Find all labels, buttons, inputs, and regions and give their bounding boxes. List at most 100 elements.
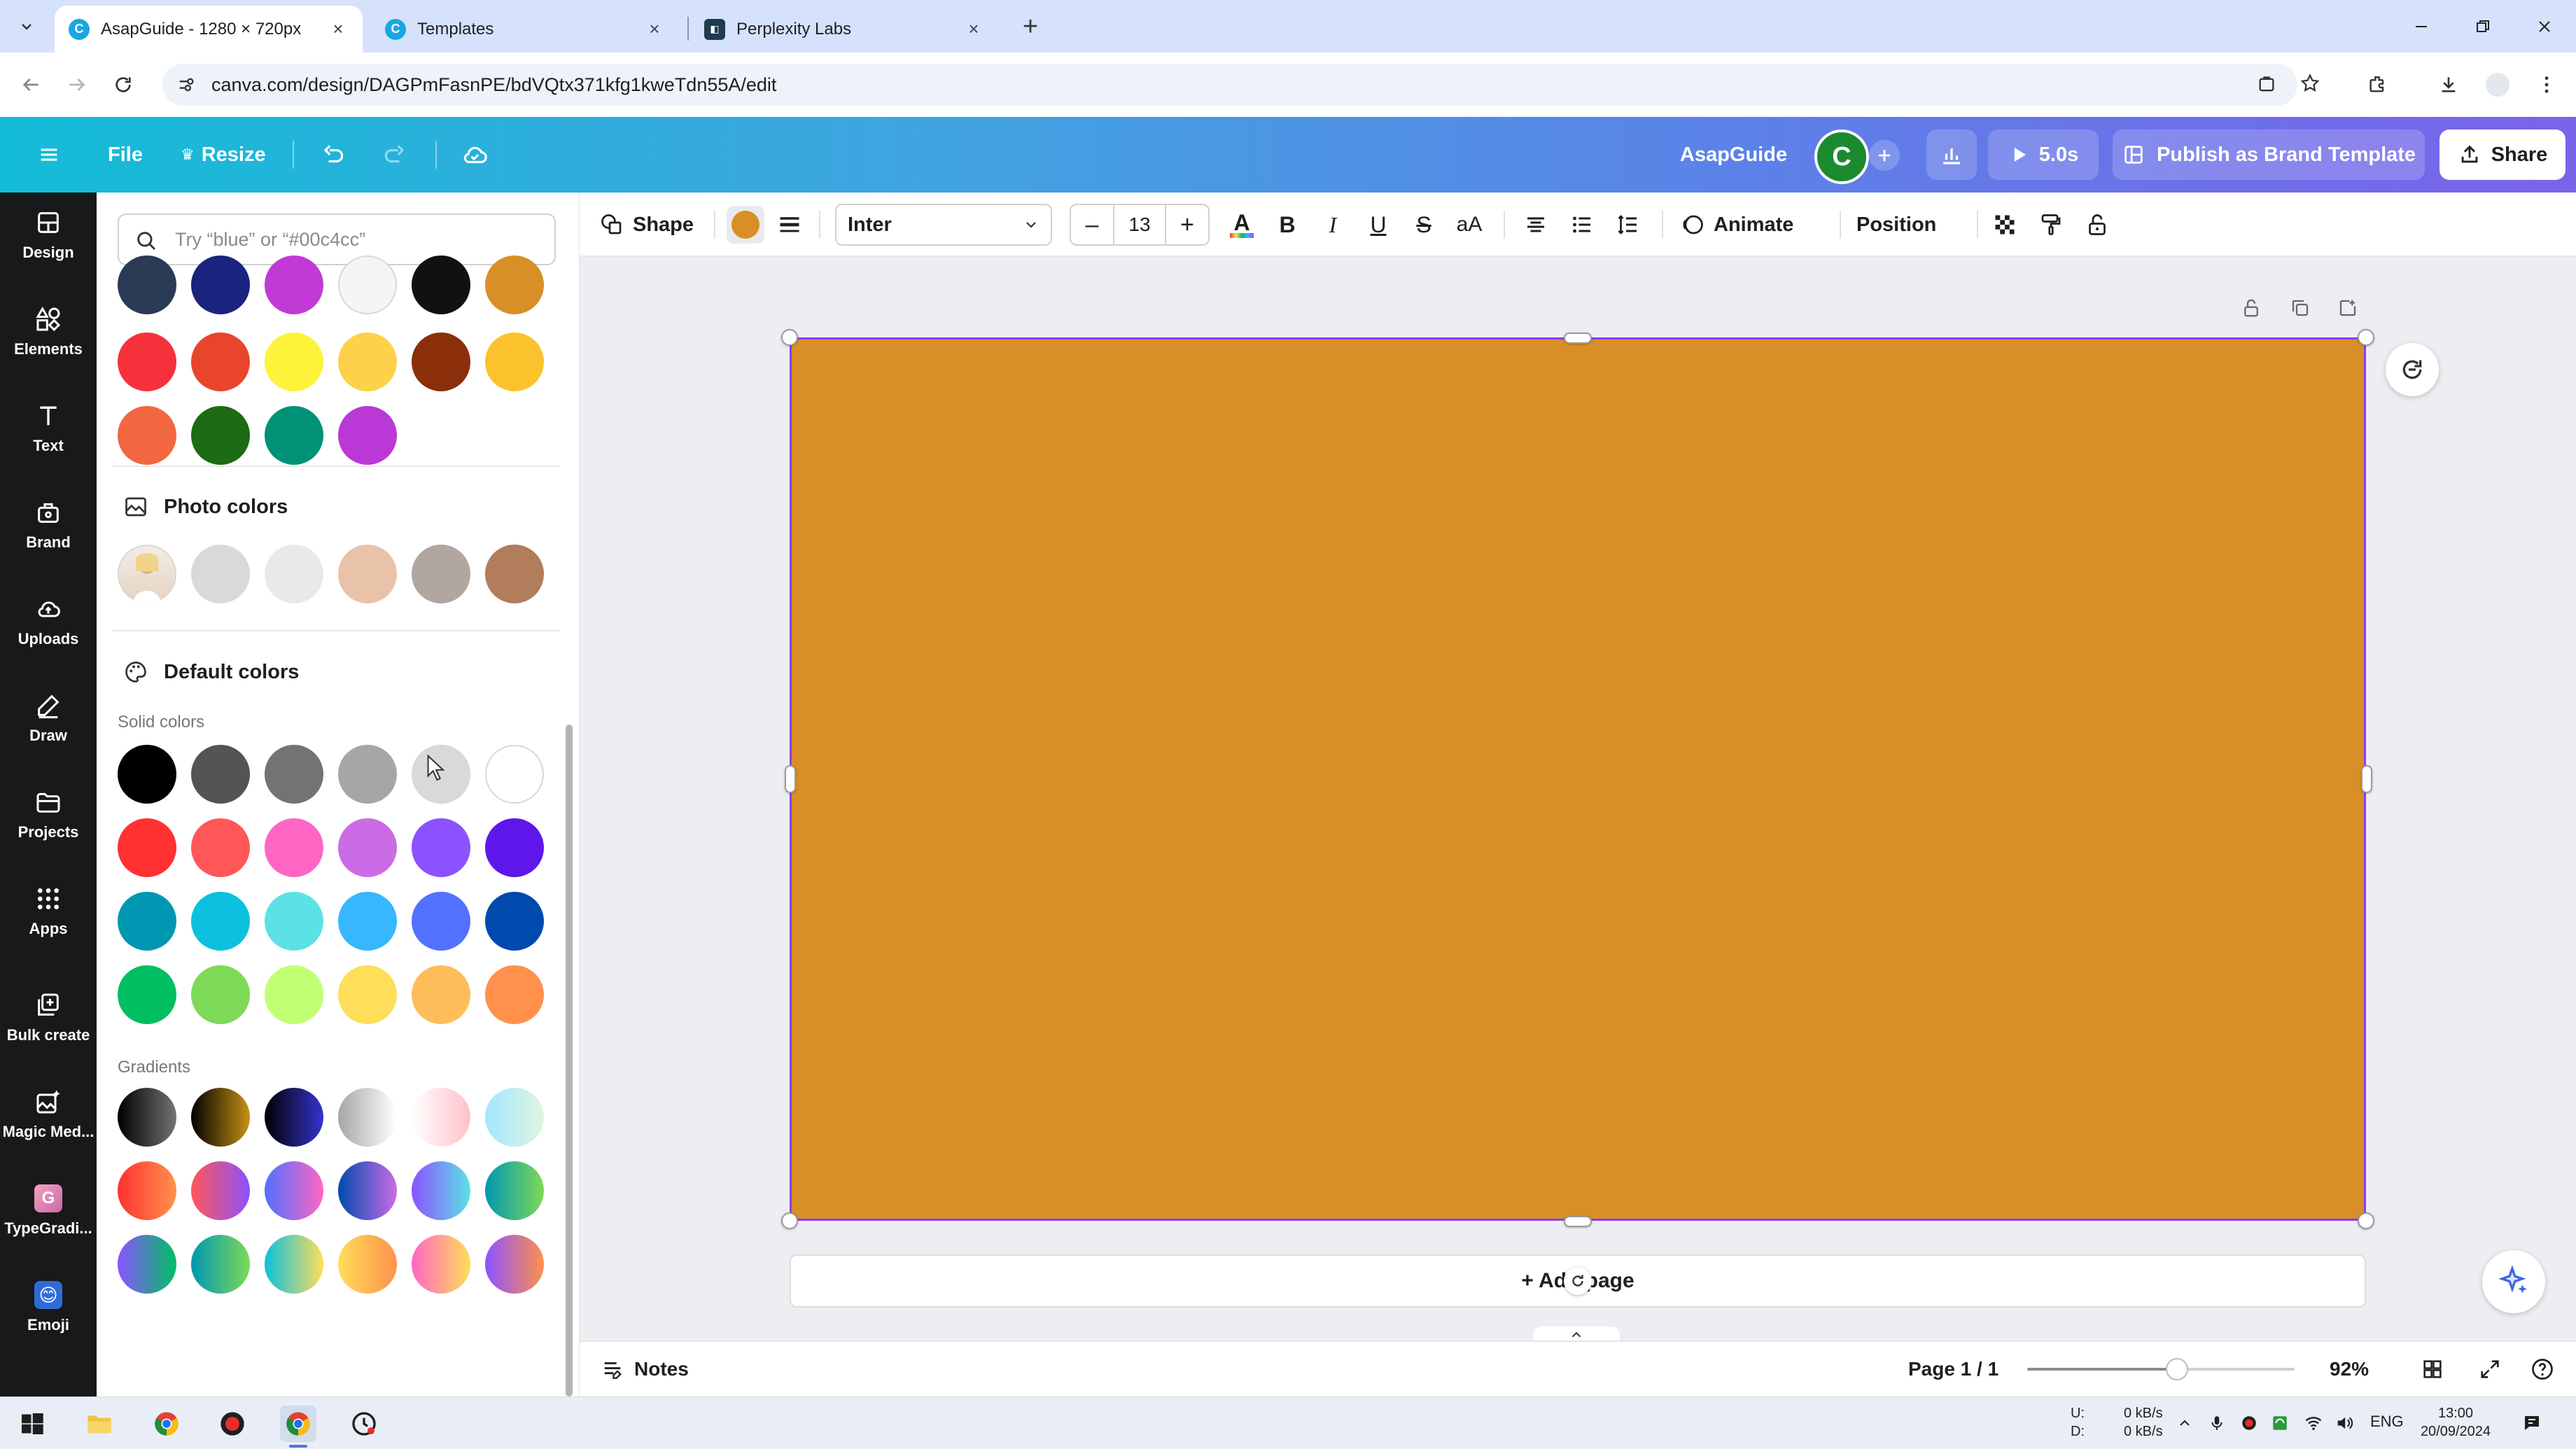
solid-color-swatch[interactable] xyxy=(338,745,397,804)
document-color-swatch[interactable] xyxy=(265,255,323,314)
present-button[interactable]: 5.0s xyxy=(1988,130,2099,180)
solid-color-swatch[interactable] xyxy=(118,965,176,1024)
gradient-swatch[interactable] xyxy=(191,1088,250,1147)
wifi-icon[interactable] xyxy=(2302,1411,2325,1435)
solid-color-swatch[interactable] xyxy=(265,892,323,951)
letter-case-button[interactable]: aA xyxy=(1454,209,1485,240)
solid-color-swatch[interactable] xyxy=(265,965,323,1024)
rail-item-bulk-create[interactable]: Bulk create xyxy=(0,975,97,1059)
zoom-percentage[interactable]: 92% xyxy=(2330,1342,2369,1396)
resize-handle-right[interactable] xyxy=(2361,765,2372,793)
gradient-swatch[interactable] xyxy=(191,1161,250,1220)
tray-expand-chevron-up-icon[interactable] xyxy=(2173,1411,2197,1435)
panel-scrollbar[interactable] xyxy=(564,262,574,1396)
forward-button[interactable] xyxy=(60,68,94,102)
gradient-swatch[interactable] xyxy=(485,1088,544,1147)
lock-element-button[interactable] xyxy=(2082,209,2113,240)
extensions-icon[interactable] xyxy=(2360,68,2394,102)
fullscreen-button[interactable] xyxy=(2478,1342,2502,1396)
underline-button[interactable]: U xyxy=(1363,209,1394,240)
transparency-button[interactable] xyxy=(1989,209,2020,240)
copy-style-button[interactable] xyxy=(2036,209,2066,240)
spacing-button[interactable] xyxy=(1613,209,1644,240)
cast-icon[interactable] xyxy=(2254,72,2279,97)
rotate-refresh-button[interactable] xyxy=(2386,343,2439,396)
grid-view-button[interactable] xyxy=(2421,1342,2444,1396)
resize-handle-top-right[interactable] xyxy=(2358,329,2374,346)
chrome-icon[interactable] xyxy=(148,1406,185,1442)
gradient-swatch[interactable] xyxy=(118,1161,176,1220)
gradient-swatch[interactable] xyxy=(485,1161,544,1220)
fill-color-button[interactable] xyxy=(727,206,764,244)
photo-color-swatch[interactable] xyxy=(485,545,544,603)
lock-page-button[interactable] xyxy=(2237,294,2265,322)
downloads-icon[interactable] xyxy=(2432,68,2465,102)
font-size-stepper[interactable]: – 13 + xyxy=(1070,204,1210,246)
insights-button[interactable] xyxy=(1926,130,1977,180)
resize-button[interactable]: ♛ Resize xyxy=(181,117,266,192)
animate-button[interactable]: Animate xyxy=(1680,192,1793,257)
gradient-swatch[interactable] xyxy=(338,1088,397,1147)
resize-handle-bottom-left[interactable] xyxy=(781,1212,798,1229)
canva-assistant-button[interactable] xyxy=(2482,1250,2545,1313)
gradient-swatch[interactable] xyxy=(118,1088,176,1147)
gradient-swatch[interactable] xyxy=(338,1161,397,1220)
list-button[interactable] xyxy=(1567,209,1597,240)
shape-button[interactable]: Shape xyxy=(599,192,694,257)
increase-font-size-button[interactable]: + xyxy=(1166,205,1208,244)
photo-color-swatch[interactable] xyxy=(191,545,250,603)
solid-color-swatch[interactable] xyxy=(265,745,323,804)
document-color-swatch[interactable] xyxy=(485,332,544,391)
browser-tab-templates[interactable]: C Templates × xyxy=(371,6,679,52)
solid-color-swatch[interactable] xyxy=(118,892,176,951)
rail-item-magic-media[interactable]: Magic Med... xyxy=(0,1072,97,1156)
document-color-swatch[interactable] xyxy=(191,255,250,314)
close-tab-icon[interactable]: × xyxy=(644,18,665,40)
rail-item-typegradient[interactable]: G TypeGradi... xyxy=(0,1168,97,1252)
resize-handle-bottom[interactable] xyxy=(1564,1216,1592,1227)
rail-item-emoji[interactable]: 😊 Emoji xyxy=(0,1265,97,1349)
help-button[interactable] xyxy=(2530,1342,2555,1396)
input-language[interactable]: ENG xyxy=(2370,1413,2404,1431)
recording-tray-icon[interactable] xyxy=(2237,1411,2261,1435)
close-tab-icon[interactable]: × xyxy=(963,18,984,40)
windows-start-icon[interactable] xyxy=(14,1406,50,1442)
gradient-swatch[interactable] xyxy=(412,1088,470,1147)
text-align-button[interactable] xyxy=(1520,209,1551,240)
page-indicator[interactable]: Page 1 / 1 xyxy=(1908,1342,1998,1396)
close-window-button[interactable] xyxy=(2513,0,2576,52)
photo-thumbnail[interactable] xyxy=(118,545,176,603)
solid-color-swatch[interactable] xyxy=(191,745,250,804)
document-color-swatch[interactable] xyxy=(118,332,176,391)
rail-item-elements[interactable]: Elements xyxy=(0,289,97,373)
add-page-top-button[interactable] xyxy=(2334,294,2362,322)
collapse-pages-button[interactable] xyxy=(1533,1326,1620,1342)
solid-color-swatch[interactable] xyxy=(412,892,470,951)
browser-tab-perplexity[interactable]: ◧ Perplexity Labs × xyxy=(690,6,998,52)
position-button[interactable]: Position xyxy=(1835,192,1936,257)
resize-handle-bottom-right[interactable] xyxy=(2358,1212,2374,1229)
solid-color-swatch[interactable] xyxy=(412,965,470,1024)
redo-button[interactable] xyxy=(378,138,412,172)
bold-button[interactable]: B xyxy=(1272,209,1303,240)
gradient-swatch[interactable] xyxy=(265,1088,323,1147)
border-style-button[interactable] xyxy=(774,209,805,240)
document-color-swatch[interactable] xyxy=(118,406,176,465)
panel-scrollbar-thumb[interactable] xyxy=(566,724,573,1396)
url-omnibox[interactable]: canva.com/design/DAGPmFasnPE/bdVQtx371kf… xyxy=(162,64,2297,106)
rail-item-text[interactable]: Text xyxy=(0,386,97,470)
rail-item-brand[interactable]: Brand xyxy=(0,482,97,566)
photo-color-swatch[interactable] xyxy=(265,545,323,603)
gradient-swatch[interactable] xyxy=(265,1161,323,1220)
solid-color-swatch[interactable] xyxy=(191,892,250,951)
solid-color-swatch[interactable] xyxy=(485,965,544,1024)
volume-icon[interactable] xyxy=(2332,1411,2356,1435)
document-color-swatch[interactable] xyxy=(412,255,470,314)
zoom-slider-knob[interactable] xyxy=(2165,1358,2188,1380)
close-tab-icon[interactable]: × xyxy=(328,18,349,40)
microphone-icon[interactable] xyxy=(2205,1411,2229,1435)
solid-color-swatch[interactable] xyxy=(191,965,250,1024)
font-size-value[interactable]: 13 xyxy=(1113,205,1166,244)
rail-item-projects[interactable]: Projects xyxy=(0,772,97,856)
minimize-window-button[interactable] xyxy=(2390,0,2453,52)
